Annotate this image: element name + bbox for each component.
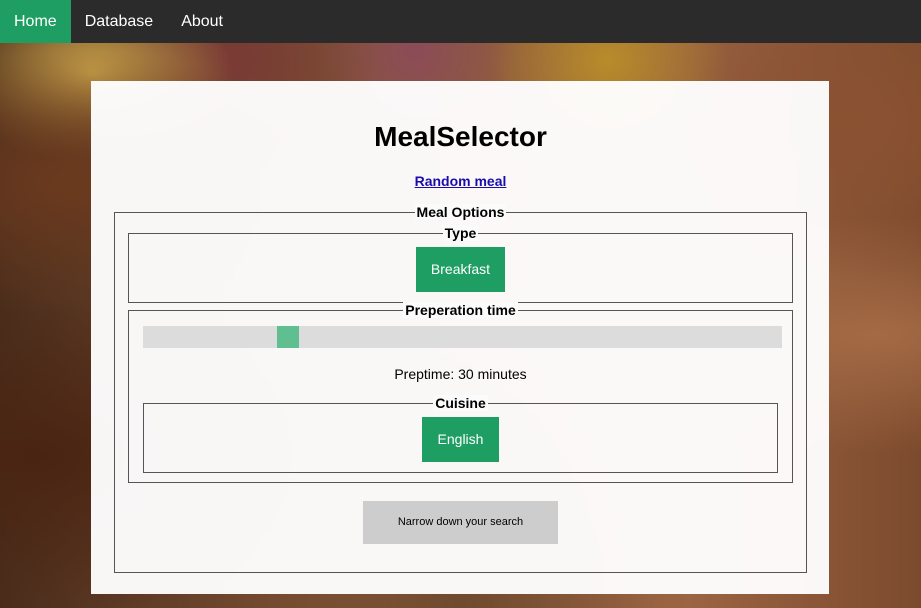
random-meal-link-wrapper: Random meal [0, 173, 921, 191]
prep-time-slider-thumb[interactable] [277, 326, 299, 348]
type-legend: Type [442, 225, 479, 241]
nav-database[interactable]: Database [71, 0, 168, 43]
type-breakfast-button[interactable]: Breakfast [416, 247, 505, 292]
top-navbar: Home Database About [0, 0, 921, 43]
cuisine-english-button[interactable]: English [422, 417, 499, 462]
page-title: MealSelector [374, 121, 547, 152]
prep-time-legend: Preperation time [403, 302, 518, 318]
nav-about[interactable]: About [167, 0, 237, 43]
random-meal-link[interactable]: Random meal [415, 173, 507, 189]
meal-options-legend: Meal Options [414, 204, 507, 220]
narrow-search-button[interactable]: Narrow down your search [363, 501, 558, 544]
preptime-label: Preptime: 30 minutes [394, 366, 527, 382]
nav-home[interactable]: Home [0, 0, 71, 43]
cuisine-legend: Cuisine [433, 395, 488, 411]
prep-time-slider-track[interactable] [143, 326, 782, 348]
